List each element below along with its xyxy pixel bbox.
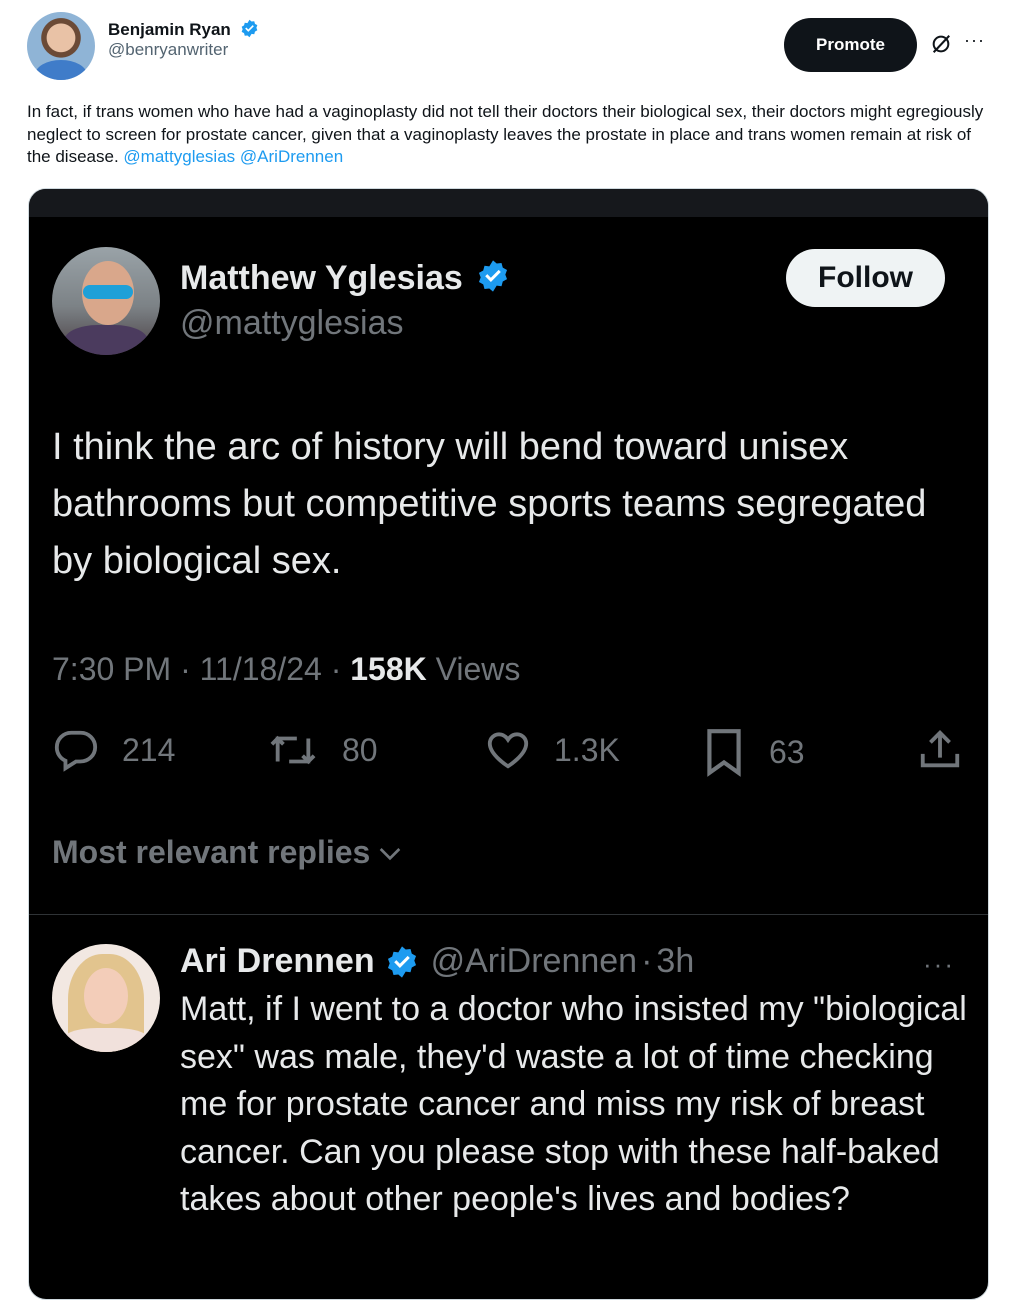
outer-author-handle[interactable]: @benryanwriter	[108, 40, 228, 60]
reply-more-icon: ···	[923, 949, 955, 979]
embedded-tweet-screenshot: Matthew Yglesias @mattyglesias Follow I …	[28, 188, 989, 1300]
bookmark-icon	[707, 729, 741, 777]
mention-aridrennen[interactable]: @AriDrennen	[240, 147, 343, 166]
embedded-author-name-text: Matthew Yglesias	[180, 259, 463, 297]
avatar-body	[64, 325, 148, 355]
repost-count: 80	[342, 731, 378, 768]
grok-icon[interactable]	[930, 33, 952, 55]
reply-author-name: Ari Drennen	[180, 942, 375, 980]
matthew-yglesias-avatar	[52, 247, 160, 355]
avatar-face	[84, 968, 128, 1024]
views-label: Views	[435, 651, 521, 687]
reply-header: Ari Drennen @AriDrennen · 3h	[180, 942, 694, 981]
chevron-down-icon	[380, 847, 401, 860]
more-icon[interactable]: ···	[964, 30, 985, 51]
meta-separator: ·	[330, 651, 342, 687]
bookmark-action: 63	[701, 727, 805, 777]
outer-tweet-text: In fact, if trans women who have had a v…	[27, 101, 987, 169]
share-icon	[920, 730, 960, 768]
embedded-tweet-text: I think the arc of history will bend tow…	[52, 426, 927, 582]
share-action	[916, 727, 986, 773]
tweet-meta: 7:30 PM · 11/18/24 · 158K Views	[52, 651, 520, 688]
benjamin-ryan-avatar[interactable]	[27, 12, 95, 80]
reply-author-handle: @AriDrennen	[430, 942, 638, 980]
reply-text: Matt, if I went to a doctor who insisted…	[180, 990, 967, 1218]
follow-button: Follow	[786, 249, 945, 307]
reply-icon	[54, 730, 98, 772]
repost-icon	[270, 735, 316, 765]
reply-age: 3h	[656, 942, 695, 980]
meta-separator: ·	[180, 651, 191, 687]
bookmark-count: 63	[769, 733, 805, 770]
avatar-sunglasses	[83, 285, 133, 299]
like-action: 1.3K	[484, 727, 620, 773]
meta-separator: ·	[641, 942, 653, 980]
ari-drennen-avatar	[52, 944, 160, 1052]
repost-action: 80	[266, 727, 378, 773]
promote-button[interactable]: Promote	[784, 18, 917, 72]
tweet-date: 11/18/24	[199, 651, 322, 687]
reply-action: 214	[52, 727, 175, 773]
reply-sort-dropdown: Most relevant replies	[52, 834, 406, 871]
embedded-author-name: Matthew Yglesias	[180, 259, 510, 302]
tweet-time: 7:30 PM	[52, 651, 172, 687]
mention-mattyglesias[interactable]: @mattyglesias	[123, 147, 235, 166]
reply-sort-label: Most relevant replies	[52, 834, 371, 870]
like-count: 1.3K	[554, 731, 620, 768]
reply-count: 214	[122, 731, 176, 768]
card-top-band	[29, 189, 988, 217]
avatar-top	[62, 1028, 150, 1052]
verified-badge-icon	[385, 945, 419, 979]
views-count: 158K	[350, 651, 427, 687]
verified-badge-icon	[476, 259, 510, 302]
verified-badge-icon	[240, 19, 259, 43]
reply-divider	[29, 914, 988, 915]
heart-icon	[487, 732, 529, 769]
avatar-shirt	[35, 60, 87, 80]
outer-author-name-text[interactable]: Benjamin Ryan	[108, 20, 231, 39]
embedded-author-handle: @mattyglesias	[180, 304, 404, 342]
